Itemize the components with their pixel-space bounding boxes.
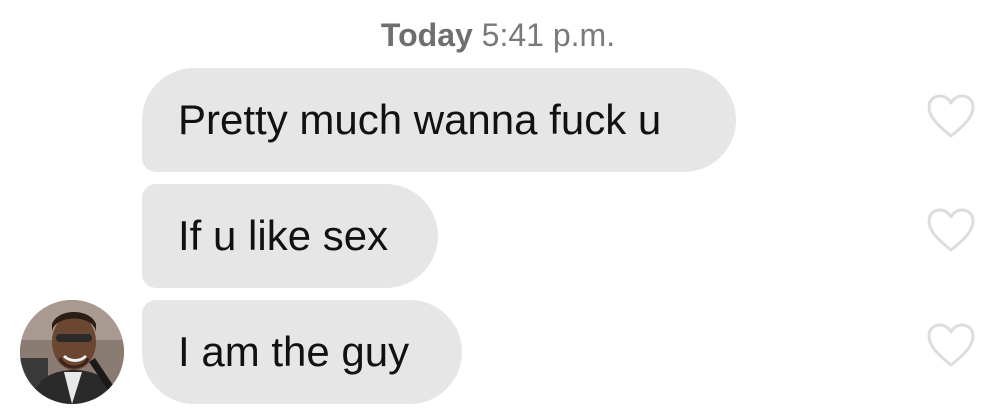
message-bubble[interactable]: If u like sex bbox=[142, 184, 438, 288]
like-heart-icon[interactable] bbox=[926, 208, 976, 254]
timestamp-time: 5:41 p.m. bbox=[481, 17, 616, 53]
message-text: I am the guy bbox=[178, 328, 410, 375]
message-timestamp: Today 5:41 p.m. bbox=[0, 14, 996, 56]
message-bubble[interactable]: I am the guy bbox=[142, 300, 462, 404]
like-heart-icon[interactable] bbox=[926, 323, 976, 369]
message-text: If u like sex bbox=[178, 212, 389, 259]
contact-avatar-photo bbox=[20, 300, 124, 404]
timestamp-day: Today bbox=[380, 17, 473, 53]
sender-avatar[interactable] bbox=[20, 300, 124, 404]
message-text: Pretty much wanna fuck u bbox=[178, 96, 662, 143]
message-bubble[interactable]: Pretty much wanna fuck u bbox=[142, 68, 736, 172]
like-heart-icon[interactable] bbox=[926, 94, 976, 140]
